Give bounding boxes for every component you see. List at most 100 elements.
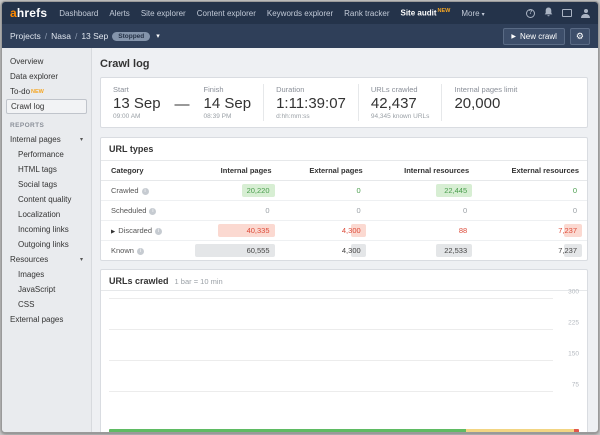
nav-item-rank-tracker[interactable]: Rank tracker [344, 9, 389, 18]
chevron-down-icon[interactable]: ▾ [156, 32, 160, 40]
sidebar-item-label: Localization [18, 210, 60, 219]
crawl-stats-card: Start13 Sep09:00 AM—Finish14 Sep08:39 PM… [100, 77, 588, 128]
sidebar-item-localization[interactable]: Localization [2, 207, 91, 222]
ahrefs-logo[interactable]: ahrefs [10, 6, 47, 20]
sidebar-item-label: Data explorer [10, 72, 58, 81]
stat-urls-crawled: URLs crawled42,43794,345 known URLs [358, 84, 442, 121]
breadcrumb: Projects / Nasa / 13 Sep Stopped ▾ [10, 31, 503, 41]
stat-internal-pages-limit: Internal pages limit20,000 [441, 84, 529, 121]
info-icon[interactable]: i [149, 208, 156, 215]
info-icon[interactable]: i [155, 228, 162, 235]
category-label: Crawled [111, 186, 139, 195]
column-header-external-resources: External resources [477, 161, 587, 181]
sidebar-item-label: Performance [18, 150, 64, 159]
stat-value: 20,000 [454, 95, 517, 112]
summary-segment-3xx [466, 429, 574, 432]
cell-value: 7,237 [556, 226, 579, 235]
chevron-down-icon[interactable]: ▾ [80, 256, 83, 263]
stat-value: 1:11:39:07 [276, 95, 346, 112]
info-icon[interactable]: i [137, 248, 144, 255]
nav-item-more[interactable]: More▾ [461, 9, 484, 18]
summary-segment-2xx [109, 429, 466, 432]
category-label: Known [111, 246, 134, 255]
stat-label: Duration [276, 85, 346, 94]
sidebar-item-data-explorer[interactable]: Data explorer [2, 69, 91, 84]
play-icon: ▶ [511, 33, 516, 40]
sidebar-item-overview[interactable]: Overview [2, 54, 91, 69]
table-row-discarded[interactable]: ▶Discardedi40,3354,300887,237 [101, 221, 587, 241]
stat-value: 42,437 [371, 95, 430, 112]
y-axis-tick-label: 300 [555, 289, 579, 296]
cell-value: 0 [571, 206, 579, 215]
sidebar-item-outgoing-links[interactable]: Outgoing links [2, 237, 91, 252]
date-range-dash: — [173, 96, 192, 113]
summary-segment-4xx [574, 429, 579, 432]
cell-value: 0 [461, 206, 469, 215]
sidebar-item-label: Incoming links [18, 225, 69, 234]
chart-header: URLs crawled 1 bar = 10 min [101, 270, 587, 291]
nav-item-dashboard[interactable]: Dashboard [59, 9, 98, 18]
help-icon[interactable]: ? [526, 9, 535, 18]
cell-value: 0 [355, 186, 363, 195]
sidebar-item-performance[interactable]: Performance [2, 147, 91, 162]
sidebar-item-label: Internal pages [10, 135, 61, 144]
sidebar-item-label: HTML tags [18, 165, 57, 174]
user-icon[interactable] [581, 9, 590, 18]
column-header-external-pages: External pages [280, 161, 371, 181]
stat-finish: Finish14 Sep08:39 PM [192, 84, 264, 121]
cell-value: 60,555 [245, 246, 272, 255]
cell-value: 88 [457, 226, 469, 235]
top-nav: ahrefs Dashboard Alerts Site explorer Conte… [2, 2, 598, 24]
sidebar-item-label: JavaScript [18, 285, 55, 294]
breadcrumb-projects[interactable]: Projects [10, 31, 41, 41]
sidebar-item-content-quality[interactable]: Content quality [2, 192, 91, 207]
cell-value: 0 [355, 206, 363, 215]
sidebar: OverviewData explorerTo-doNEWCrawl logRE… [2, 48, 92, 432]
stat-label: Start [113, 85, 161, 94]
bell-icon[interactable] [544, 7, 553, 19]
sidebar-item-css[interactable]: CSS [2, 297, 91, 312]
sidebar-item-resources[interactable]: Resources▾ [2, 252, 91, 267]
nav-item-keywords-explorer[interactable]: Keywords explorer [267, 9, 333, 18]
chevron-down-icon[interactable]: ▾ [80, 136, 83, 143]
sidebar-item-label: Outgoing links [18, 240, 69, 249]
sidebar-item-label: Images [18, 270, 44, 279]
column-header-internal-resources: Internal resources [371, 161, 477, 181]
column-header-internal-pages: Internal pages [192, 161, 280, 181]
sidebar-item-to-do[interactable]: To-doNEW [2, 84, 91, 99]
expand-caret-icon[interactable]: ▶ [111, 229, 115, 235]
table-row-scheduled: Scheduledi0000 [101, 201, 587, 221]
cell-value: 20,220 [245, 186, 272, 195]
cell-value: 22,533 [442, 246, 469, 255]
sidebar-item-images[interactable]: Images [2, 267, 91, 282]
settings-button[interactable]: ⚙ [570, 28, 590, 45]
nav-item-site-audit[interactable]: Site auditNEW [401, 8, 451, 18]
desktop-icon[interactable] [562, 9, 572, 17]
sidebar-item-social-tags[interactable]: Social tags [2, 177, 91, 192]
info-icon[interactable]: i [142, 188, 149, 195]
cell-value: 0 [263, 206, 271, 215]
sidebar-item-external-pages[interactable]: External pages [2, 312, 91, 327]
nav-item-alerts[interactable]: Alerts [109, 9, 129, 18]
sidebar-item-crawl-log[interactable]: Crawl log [6, 99, 87, 114]
new-crawl-button[interactable]: ▶New crawl [503, 28, 565, 45]
logo-a: a [10, 6, 17, 20]
stat-duration: Duration1:11:39:07d:hh:mm:ss [263, 84, 358, 121]
chart-bars[interactable] [109, 299, 553, 423]
sidebar-item-incoming-links[interactable]: Incoming links [2, 222, 91, 237]
sidebar-item-javascript[interactable]: JavaScript [2, 282, 91, 297]
table-row-crawled: Crawledi20,220022,4450 [101, 181, 587, 201]
app-window: ahrefs Dashboard Alerts Site explorer Conte… [1, 1, 599, 433]
sidebar-item-internal-pages[interactable]: Internal pages ▾ [2, 132, 91, 147]
nav-menu: Dashboard Alerts Site explorer Content expl… [59, 8, 526, 18]
column-header-category: Category [101, 161, 192, 181]
sidebar-item-html-tags[interactable]: HTML tags [2, 162, 91, 177]
nav-item-content-explorer[interactable]: Content explorer [197, 9, 256, 18]
breadcrumb-project-name[interactable]: Nasa [51, 31, 71, 41]
nav-item-site-explorer[interactable]: Site explorer [141, 9, 186, 18]
page-title: Crawl log [100, 58, 588, 70]
cell-value: 22,445 [442, 186, 469, 195]
breadcrumb-crawl-date[interactable]: 13 Sep [81, 31, 108, 41]
chart-plot-area: 75150225300 [109, 299, 579, 423]
project-bar: Projects / Nasa / 13 Sep Stopped ▾ ▶New … [2, 24, 598, 48]
